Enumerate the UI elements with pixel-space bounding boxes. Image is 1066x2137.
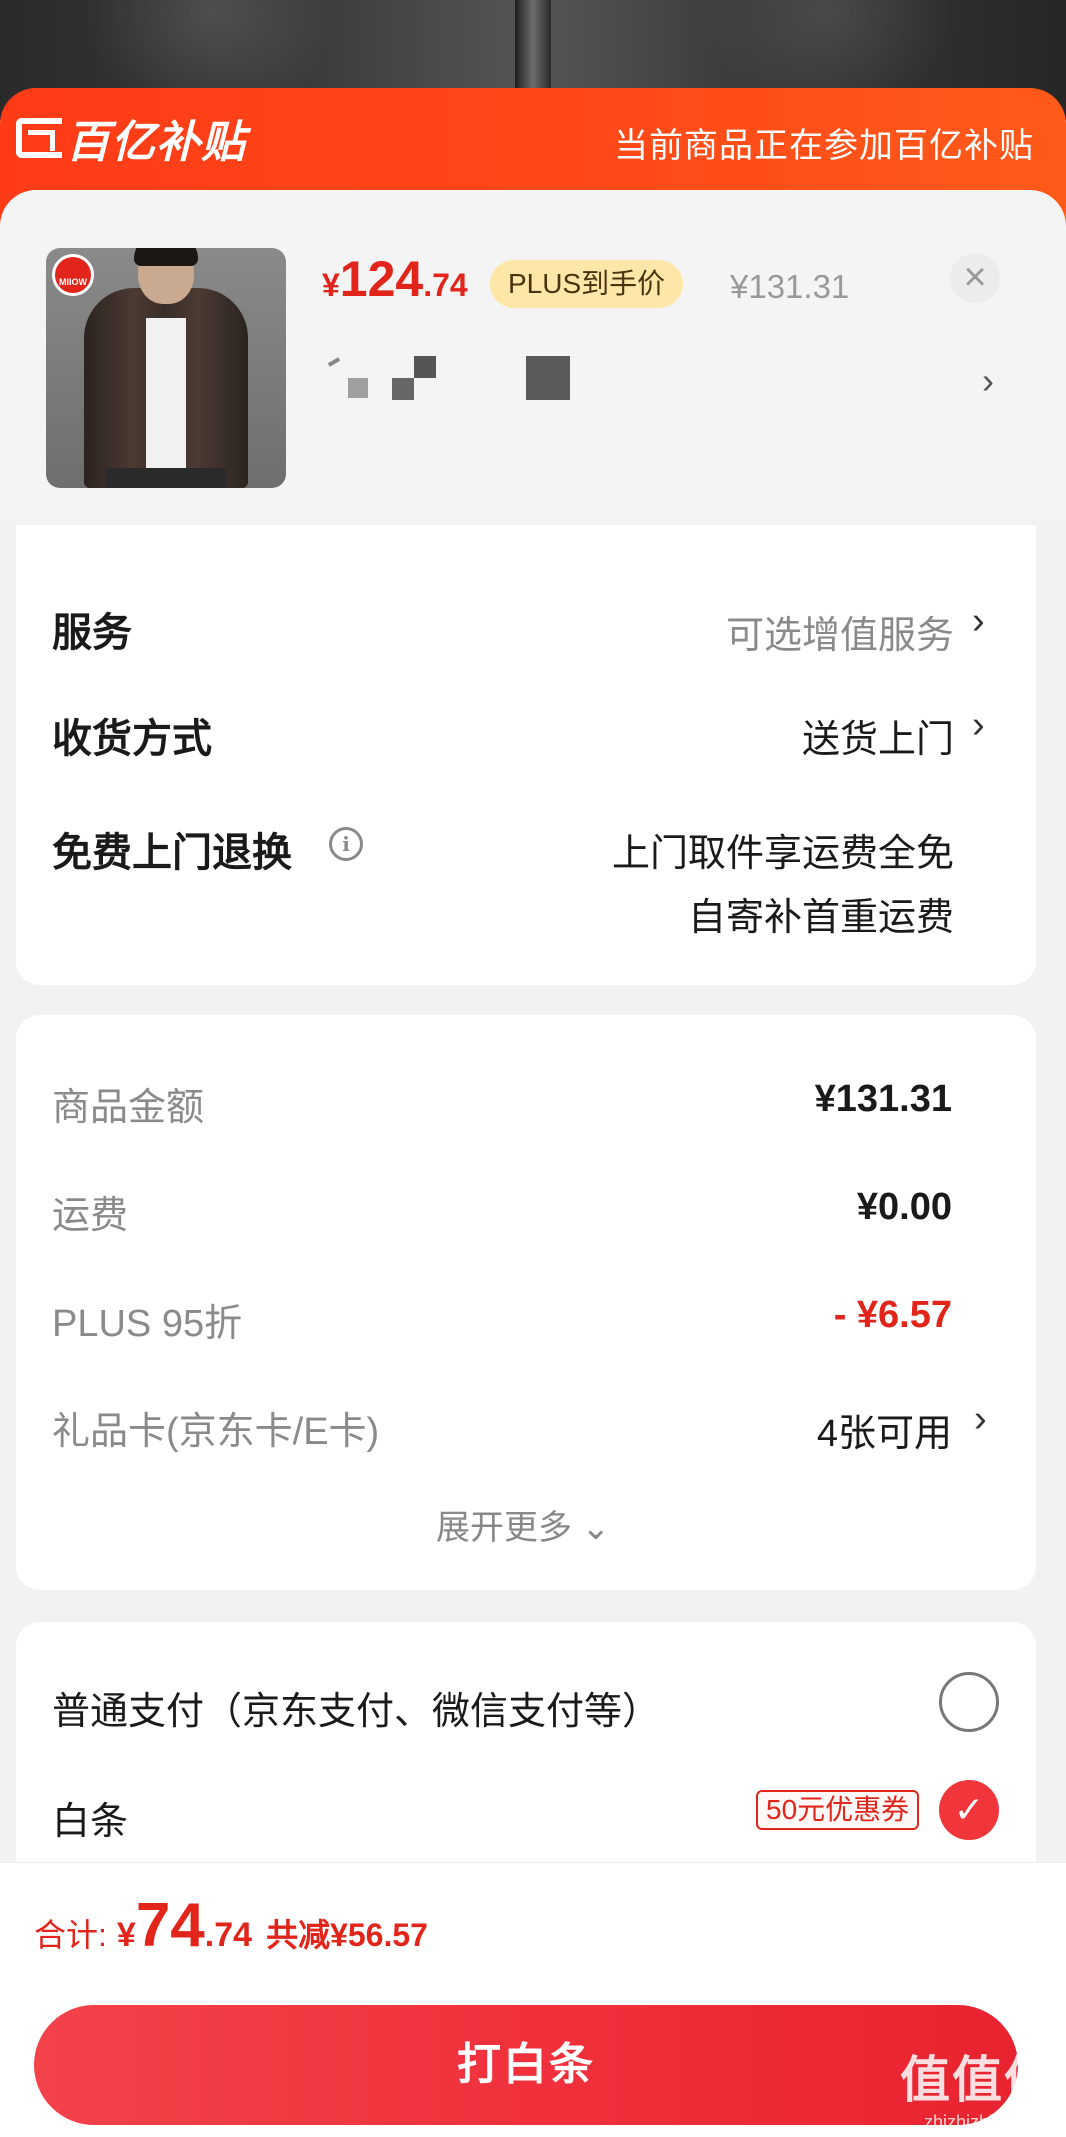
thumb-shirt: [146, 318, 186, 468]
total-decimal: .74: [204, 1916, 253, 1954]
gift-card-label: 礼品卡(京东卡/E卡): [52, 1411, 380, 1453]
service-label: 服务: [52, 611, 132, 655]
free-return-line-1: 上门取件享运费全免: [611, 833, 954, 875]
subsidy-message: 当前商品正在参加百亿补贴: [614, 127, 1034, 165]
original-price: ¥131.31: [730, 268, 850, 305]
goods-amount-value: ¥131.31: [814, 1078, 952, 1120]
close-button[interactable]: ×: [950, 253, 1000, 303]
subsidy-logo-icon: [16, 118, 62, 158]
delivery-value[interactable]: 送货上门: [802, 708, 954, 763]
price-decimal: .74: [423, 267, 468, 303]
plus-discount-label: PLUS 95折: [52, 1303, 243, 1345]
brand-badge-icon: MIIOW: [52, 254, 94, 296]
free-return-label: 免费上门退换: [52, 831, 292, 875]
baitiao-label[interactable]: 白条: [52, 1790, 128, 1845]
spec-blur-mark: [327, 357, 341, 367]
watermark-logo: 值值值: [900, 2052, 1056, 2108]
subsidy-logo: 百亿补贴: [16, 110, 246, 167]
site-watermark: 值值值 zhizhizhi.com: [900, 2040, 1056, 2133]
info-icon[interactable]: i: [329, 827, 363, 861]
plus-price-tag: PLUS到手价: [490, 260, 684, 308]
service-chevron-icon[interactable]: ›: [972, 600, 985, 643]
delivery-chevron-icon[interactable]: ›: [972, 704, 985, 747]
spec-chevron-icon[interactable]: ›: [982, 360, 994, 402]
free-return-line-2: 自寄补首重运费: [687, 897, 954, 939]
total-amount: 合计: ¥ 74 .74 共减¥56.57: [34, 1890, 428, 1970]
shipping-value: ¥0.00: [856, 1186, 952, 1228]
coupon-badge: 50元优惠券: [756, 1790, 920, 1830]
delivery-label: 收货方式: [52, 717, 212, 761]
service-value[interactable]: 可选增值服务: [726, 604, 954, 659]
pay-baitiao-button[interactable]: 打白条: [34, 2005, 1018, 2125]
total-saved: 共减¥56.57: [266, 1917, 428, 1953]
total-integer: 74: [135, 1891, 205, 1960]
plus-price: ¥ 124 .74: [322, 250, 468, 310]
goods-amount-label: 商品金额: [52, 1087, 205, 1129]
spec-selector[interactable]: [322, 352, 582, 402]
baitiao-radio-checked-icon[interactable]: ✓: [939, 1780, 999, 1840]
spec-blur-mark: [348, 378, 368, 398]
watermark-url: zhizhizhi.com: [923, 2112, 1033, 2132]
normal-pay-label[interactable]: 普通支付（京东支付、微信支付等）: [52, 1680, 660, 1735]
thumb-hair: [134, 248, 198, 266]
product-thumbnail[interactable]: MIIOW: [46, 248, 286, 488]
spec-blur-mark: [414, 356, 436, 378]
expand-more-button[interactable]: 展开更多 ⌄: [436, 1500, 610, 1549]
gift-card-value[interactable]: 4张可用: [817, 1402, 952, 1457]
total-label: 合计:: [34, 1917, 107, 1953]
gift-card-chevron-icon[interactable]: ›: [974, 1398, 987, 1441]
spec-blur-mark: [392, 378, 414, 400]
plus-discount-value: - ¥6.57: [833, 1294, 952, 1336]
price-symbol: ¥: [322, 267, 340, 303]
thumb-pants: [106, 468, 226, 488]
subsidy-logo-text: 百亿补贴: [66, 118, 246, 167]
total-symbol: ¥: [116, 1916, 136, 1954]
spec-blur-mark: [526, 356, 570, 400]
price-integer: 124: [339, 251, 424, 307]
normal-pay-radio[interactable]: [939, 1672, 999, 1732]
shipping-label: 运费: [52, 1195, 129, 1237]
